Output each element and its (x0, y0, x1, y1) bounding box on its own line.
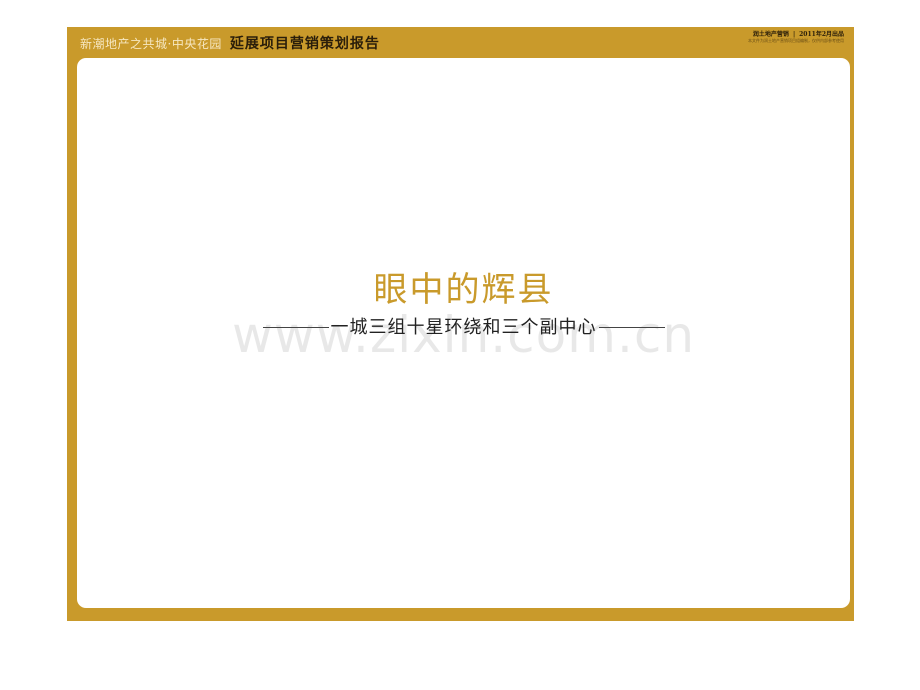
left-rule (262, 326, 329, 328)
subtitle-row: 一城三组十星环绕和三个副中心 (77, 313, 850, 339)
right-rule (598, 326, 665, 328)
project-subtitle: 新潮地产之共城·中央花园 (80, 36, 222, 51)
header-separator: | (792, 31, 796, 38)
slide-subtitle: 一城三组十星环绕和三个副中心 (330, 317, 597, 338)
company-name: 润土地产营销 (752, 31, 789, 38)
slide-title: 眼中的辉县 (373, 270, 554, 310)
header-left: 新潮地产之共城·中央花园 延展项目营销策划报告 (80, 33, 380, 53)
header-tagline: 本文件为润土地产营销项目组编制，仅供内部参考使用 (748, 38, 844, 44)
report-title: 延展项目营销策划报告 (229, 36, 380, 52)
report-date: 2011年2月出品 (799, 31, 844, 38)
header-right: 润土地产营销 | 2011年2月出品 本文件为润土地产营销项目组编制，仅供内部参考使… (748, 31, 844, 44)
slide-frame: 新潮地产之共城·中央花园 延展项目营销策划报告 润土地产营销 | 2011年2月出品… (67, 27, 854, 621)
content-panel: 眼中的辉县 www.zixin.com.cn 一城三组十星环绕和三个副中心 (77, 58, 850, 608)
